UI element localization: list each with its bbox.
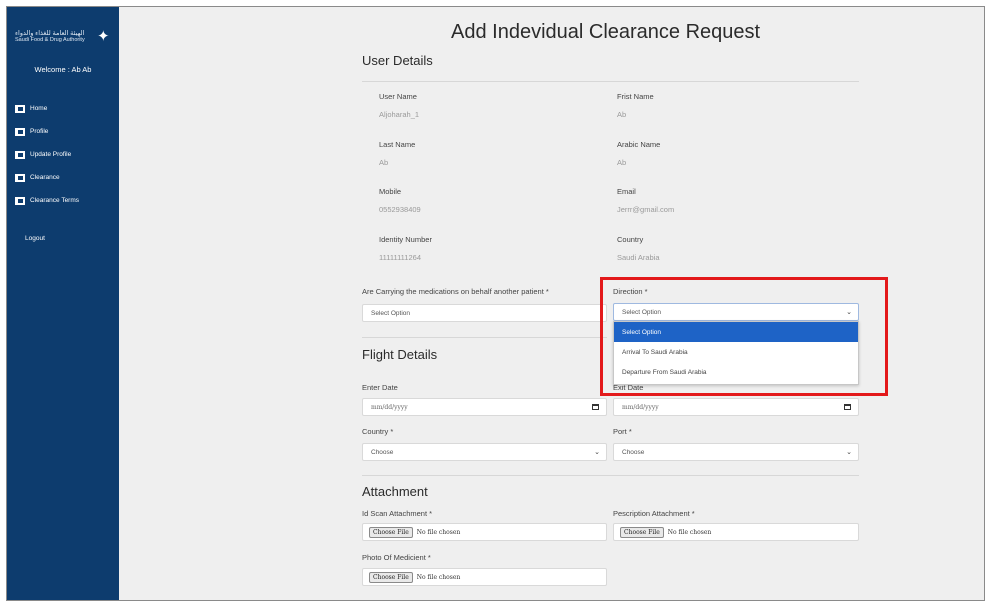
exit-date-value: mm/dd/yyyy: [622, 403, 659, 411]
email-label: Email: [617, 187, 636, 196]
file-status: No file chosen: [667, 528, 712, 536]
direction-dropdown-list: Select Option Arrival To Saudi Arabia De…: [613, 321, 859, 385]
direction-option-select[interactable]: Select Option: [614, 322, 858, 342]
photo-label: Photo Of Medicient *: [362, 553, 431, 562]
sidebar-item-label: Profile: [30, 128, 49, 135]
sidebar-item-clearance-terms[interactable]: Clearance Terms: [15, 189, 79, 212]
user-name-label: User Name: [379, 92, 417, 101]
chevron-down-icon: ⌄: [594, 449, 600, 456]
calendar-icon[interactable]: [592, 404, 599, 410]
flight-country-select[interactable]: Choose ⌄: [362, 443, 607, 461]
app-window: الهيئة العامة للغذاء والدواء Saudi Food …: [6, 6, 985, 601]
last-name-label: Last Name: [379, 140, 416, 149]
last-name-value: Ab: [379, 158, 389, 167]
exit-date-input[interactable]: mm/dd/yyyy: [613, 398, 859, 416]
direction-label: Direction *: [613, 287, 648, 296]
logout-link[interactable]: Logout: [25, 235, 45, 242]
sidebar-item-clearance[interactable]: Clearance: [15, 166, 79, 189]
divider: [362, 475, 859, 476]
flight-country-value: Choose: [371, 448, 394, 456]
first-name-label: Frist Name: [617, 92, 654, 101]
arabic-name-value: Ab: [617, 158, 627, 167]
enter-date-input[interactable]: mm/dd/yyyy: [362, 398, 607, 416]
user-name-value: Aljoharah_1: [379, 110, 420, 119]
country-label: Country: [617, 235, 644, 244]
book-icon: [15, 173, 25, 182]
port-select-value: Choose: [622, 448, 645, 456]
sidebar-item-label: Update Profile: [30, 151, 72, 158]
sidebar-item-home[interactable]: Home: [15, 97, 79, 120]
chevron-down-icon: ⌄: [846, 449, 852, 456]
chevron-down-icon: ⌄: [846, 309, 852, 316]
choose-file-button[interactable]: Choose File: [369, 571, 413, 583]
flight-country-label: Country *: [362, 427, 394, 436]
photo-file-input[interactable]: Choose File No file chosen: [362, 568, 607, 586]
choose-file-button[interactable]: Choose File: [620, 526, 664, 538]
calendar-icon[interactable]: [844, 404, 851, 410]
book-icon: [15, 104, 25, 113]
mobile-value: 0552938409: [379, 205, 421, 214]
logo-mark-icon: ✦: [97, 28, 110, 45]
book-icon: [15, 196, 25, 205]
page-title: Add Indevidual Clearance Request: [451, 21, 761, 43]
port-label: Port *: [613, 427, 632, 436]
direction-option-arrival[interactable]: Arrival To Saudi Arabia: [614, 342, 858, 362]
medication-select-value: Select Option: [371, 309, 411, 317]
enter-date-value: mm/dd/yyyy: [371, 403, 408, 411]
user-details-heading: User Details: [362, 53, 433, 68]
first-name-value: Ab: [617, 110, 627, 119]
identity-number-label: Identity Number: [379, 235, 432, 244]
medication-label: Are Carrying the medications on behalf a…: [362, 287, 549, 296]
sidebar: الهيئة العامة للغذاء والدواء Saudi Food …: [7, 7, 119, 600]
identity-number-value: 11111111264: [379, 253, 421, 262]
id-scan-file-input[interactable]: Choose File No file chosen: [362, 523, 607, 541]
sidebar-item-update-profile[interactable]: Update Profile: [15, 143, 79, 166]
divider: [362, 81, 859, 82]
divider: [362, 337, 607, 338]
book-icon: [15, 150, 25, 159]
sfda-logo: الهيئة العامة للغذاء والدواء Saudi Food …: [15, 28, 115, 53]
port-select[interactable]: Choose ⌄: [613, 443, 859, 461]
country-value: Saudi Arabia: [617, 253, 660, 262]
arabic-name-label: Arabic Name: [617, 140, 661, 149]
flight-details-heading: Flight Details: [362, 347, 438, 362]
welcome-text: Welcome : Ab Ab: [34, 65, 92, 74]
direction-option-departure[interactable]: Departure From Saudi Arabia: [614, 362, 858, 382]
prescription-label: Pescription Attachment *: [613, 509, 695, 518]
medication-select[interactable]: Select Option: [362, 304, 607, 322]
id-scan-label: Id Scan Attachment *: [362, 509, 433, 518]
direction-select-value: Select Option: [622, 308, 662, 316]
file-status: No file chosen: [416, 573, 461, 581]
mobile-label: Mobile: [379, 187, 402, 196]
attachment-heading: Attachment: [362, 484, 428, 499]
logo-arabic-text: الهيئة العامة للغذاء والدواء: [15, 30, 85, 37]
book-icon: [15, 127, 25, 136]
sidebar-item-label: Clearance Terms: [30, 197, 80, 204]
prescription-file-input[interactable]: Choose File No file chosen: [613, 523, 859, 541]
sidebar-item-label: Clearance: [30, 174, 60, 181]
direction-select[interactable]: Select Option ⌄: [613, 303, 859, 321]
enter-date-label: Enter Date: [362, 383, 398, 392]
choose-file-button[interactable]: Choose File: [369, 526, 413, 538]
file-status: No file chosen: [416, 528, 461, 536]
sidebar-nav: Home Profile Update Profile Clearance Cl…: [15, 97, 79, 212]
sidebar-item-label: Home: [30, 105, 48, 112]
email-value: Jerrr@gmail.com: [617, 205, 675, 214]
logo-english-text: Saudi Food & Drug Authority: [15, 37, 85, 43]
sidebar-item-profile[interactable]: Profile: [15, 120, 79, 143]
